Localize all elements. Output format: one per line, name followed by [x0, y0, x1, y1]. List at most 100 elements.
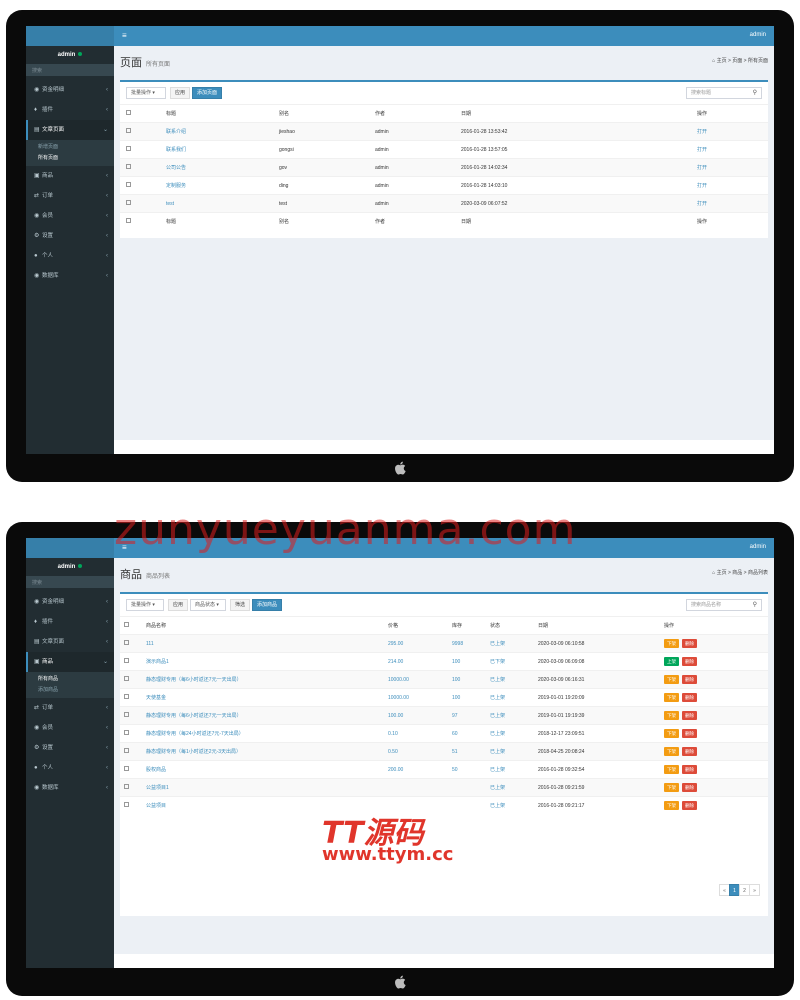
- sidebar-subitem-add-goods[interactable]: 添加商品: [26, 685, 114, 696]
- delete-button[interactable]: 删除: [682, 747, 697, 756]
- add-goods-button[interactable]: 添加商品: [252, 599, 283, 611]
- row-checkbox[interactable]: [126, 128, 131, 133]
- toggle-shelf-button[interactable]: 下架: [664, 801, 679, 811]
- user-menu[interactable]: admin: [750, 544, 766, 550]
- search-icon[interactable]: ⚲: [753, 88, 757, 98]
- sidebar-item-funds[interactable]: ◉ 资金明细 ‹: [26, 80, 114, 100]
- col-title[interactable]: 标题: [166, 104, 279, 123]
- goods-name-link[interactable]: 静态理财专用（每6小时返还7元一天出局）: [146, 706, 388, 725]
- delete-button[interactable]: 删除: [682, 711, 697, 720]
- delete-button[interactable]: 删除: [682, 693, 697, 702]
- goods-name-link[interactable]: 公益项目1: [146, 778, 388, 797]
- sidebar-item-members[interactable]: ◉ 会员 ‹: [26, 718, 114, 738]
- toggle-shelf-button[interactable]: 下架: [664, 693, 679, 702]
- toggle-shelf-button[interactable]: 下架: [664, 747, 679, 756]
- col-date[interactable]: 日期: [461, 104, 697, 123]
- page-title-link[interactable]: 联系我们: [166, 140, 279, 159]
- status-filter-select[interactable]: 商品状态 ▾: [190, 599, 226, 611]
- col-author[interactable]: 作者: [375, 212, 461, 231]
- col-stock[interactable]: 库存: [452, 616, 490, 635]
- toggle-shelf-button[interactable]: 下架: [664, 675, 679, 684]
- select-all-checkbox[interactable]: [124, 622, 129, 627]
- row-checkbox[interactable]: [124, 712, 129, 717]
- goods-name-link[interactable]: 天使基金: [146, 688, 388, 707]
- toggle-shelf-button[interactable]: 下架: [664, 729, 679, 738]
- sidebar-item-orders[interactable]: ⇄ 订单 ‹: [26, 186, 114, 206]
- delete-button[interactable]: 删除: [682, 657, 697, 666]
- sidebar-item-settings[interactable]: ⚙ 设置 ‹: [26, 738, 114, 758]
- delete-button[interactable]: 删除: [682, 783, 697, 792]
- page-title-link[interactable]: 公司公告: [166, 158, 279, 177]
- toggle-shelf-button[interactable]: 下架: [664, 711, 679, 720]
- page-title-link[interactable]: test: [166, 194, 279, 213]
- row-checkbox[interactable]: [124, 730, 129, 735]
- toggle-shelf-button[interactable]: 上架: [664, 657, 679, 666]
- toggle-shelf-button[interactable]: 下架: [664, 639, 679, 648]
- sidebar-item-goods[interactable]: ▣ 商品 ‹: [26, 166, 114, 186]
- row-checkbox[interactable]: [124, 784, 129, 789]
- bulk-action-select[interactable]: 批量操作 ▾: [126, 599, 164, 611]
- sidebar-subitem-new-page[interactable]: 新增页面: [26, 142, 114, 153]
- col-date[interactable]: 日期: [461, 212, 697, 231]
- sidebar-item-settings[interactable]: ⚙ 设置 ‹: [26, 226, 114, 246]
- col-title[interactable]: 标题: [166, 212, 279, 231]
- open-link[interactable]: 打开: [697, 176, 768, 195]
- col-alias[interactable]: 别名: [279, 104, 375, 123]
- sidebar-item-plugins[interactable]: ♦ 插件 ‹: [26, 100, 114, 120]
- row-checkbox[interactable]: [124, 802, 129, 808]
- row-checkbox[interactable]: [126, 182, 131, 187]
- brand-logo[interactable]: [26, 538, 114, 558]
- sidebar-item-profile[interactable]: ● 个人 ‹: [26, 758, 114, 778]
- open-link[interactable]: 打开: [697, 194, 768, 213]
- delete-button[interactable]: 删除: [682, 765, 697, 774]
- menu-toggle-icon[interactable]: ≡: [122, 31, 127, 40]
- col-name[interactable]: 商品名称: [146, 616, 388, 635]
- sidebar-item-profile[interactable]: ● 个人 ‹: [26, 246, 114, 266]
- search-input[interactable]: 搜索商品名称 ⚲: [686, 599, 762, 611]
- add-page-button[interactable]: 添加页面: [192, 87, 223, 99]
- row-checkbox[interactable]: [124, 676, 129, 681]
- goods-name-link[interactable]: 股权商品: [146, 760, 388, 779]
- sidebar-item-pages[interactable]: ▤ 文章页面 ⌄: [26, 120, 114, 140]
- sidebar-subitem-all-pages[interactable]: 所有页面: [26, 153, 114, 164]
- open-link[interactable]: 打开: [697, 140, 768, 159]
- toggle-shelf-button[interactable]: 下架: [664, 765, 679, 774]
- row-checkbox[interactable]: [124, 640, 129, 645]
- row-checkbox[interactable]: [124, 748, 129, 753]
- goods-name-link[interactable]: 静态理财专用（每24小时返还7元-7天出局）: [146, 724, 388, 743]
- breadcrumb[interactable]: ⌂ 主页 > 页面 > 所有页面: [712, 57, 768, 64]
- row-checkbox[interactable]: [124, 658, 129, 663]
- row-checkbox[interactable]: [126, 164, 131, 169]
- page-title-link[interactable]: 联系介绍: [166, 122, 279, 141]
- brand-logo[interactable]: [26, 26, 114, 46]
- sidebar-item-pages[interactable]: ▤ 文章页面 ‹: [26, 632, 114, 652]
- search-icon[interactable]: ⚲: [753, 600, 757, 610]
- pagination-next[interactable]: »: [749, 884, 760, 896]
- open-link[interactable]: 打开: [697, 122, 768, 141]
- sidebar-item-funds[interactable]: ◉ 资金明细 ‹: [26, 592, 114, 612]
- breadcrumb[interactable]: ⌂ 主页 > 商品 > 商品列表: [712, 569, 768, 576]
- col-status[interactable]: 状态: [490, 616, 538, 635]
- filter-button[interactable]: 筛选: [230, 599, 251, 611]
- toggle-shelf-button[interactable]: 下架: [664, 783, 679, 792]
- row-checkbox[interactable]: [126, 200, 131, 205]
- page-title-link[interactable]: 定制服务: [166, 176, 279, 195]
- sidebar-subitem-all-goods[interactable]: 所有商品: [26, 674, 114, 685]
- row-checkbox[interactable]: [126, 146, 131, 151]
- apply-button[interactable]: 应用: [168, 599, 189, 611]
- open-link[interactable]: 打开: [697, 158, 768, 177]
- col-alias[interactable]: 别名: [279, 212, 375, 231]
- delete-button[interactable]: 删除: [682, 675, 697, 684]
- sidebar-item-plugins[interactable]: ♦ 插件 ‹: [26, 612, 114, 632]
- user-menu[interactable]: admin: [750, 32, 766, 38]
- sidebar-item-members[interactable]: ◉ 会员 ‹: [26, 206, 114, 226]
- select-all-checkbox[interactable]: [126, 218, 131, 224]
- goods-name-link[interactable]: 演示商品1: [146, 652, 388, 671]
- delete-button[interactable]: 删除: [682, 639, 697, 648]
- delete-button[interactable]: 删除: [682, 729, 697, 738]
- search-input[interactable]: 搜索标题 ⚲: [686, 87, 762, 99]
- select-all-checkbox[interactable]: [126, 110, 131, 115]
- sidebar-search-input[interactable]: 搜索: [26, 576, 114, 588]
- col-author[interactable]: 作者: [375, 104, 461, 123]
- apply-button[interactable]: 应用: [170, 87, 191, 99]
